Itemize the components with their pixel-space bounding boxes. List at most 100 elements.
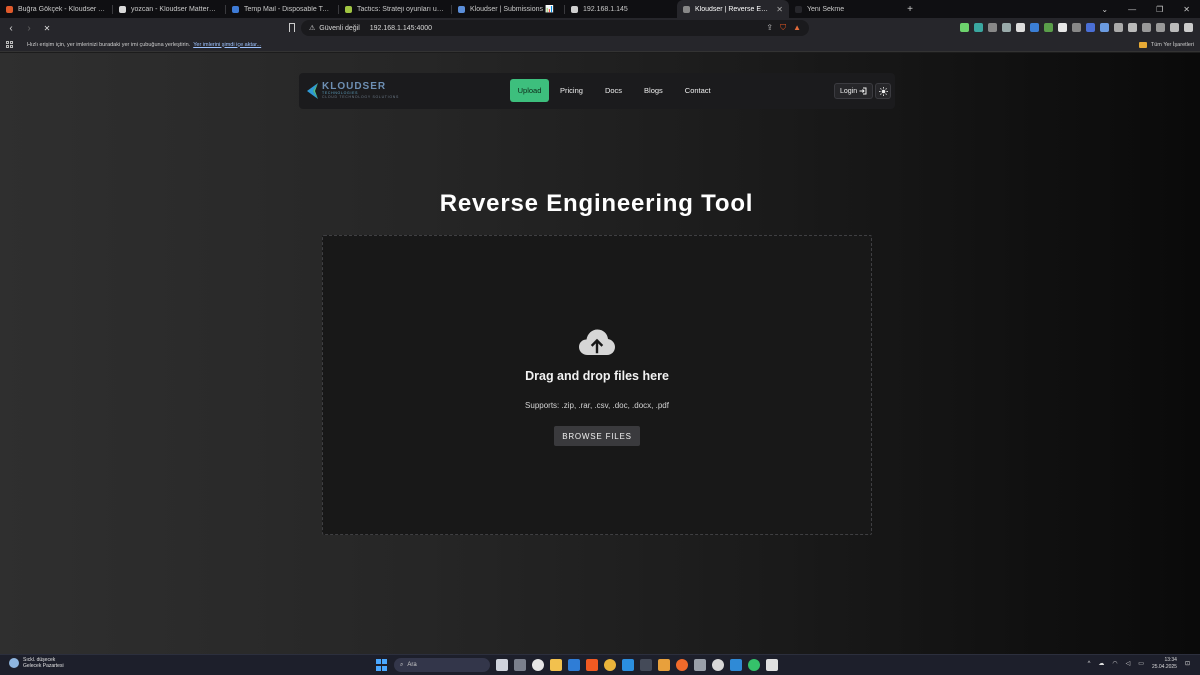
extension-icon[interactable]	[1072, 23, 1081, 32]
share-icon[interactable]: ⇪	[766, 23, 773, 33]
tab-title: yozcan - Kloudser Mattermost	[131, 5, 219, 13]
sidebar-toggle-icon[interactable]	[1156, 23, 1165, 32]
login-button[interactable]: Login	[834, 83, 874, 99]
chrome-icon[interactable]	[604, 659, 616, 671]
tradingview-icon[interactable]	[766, 659, 778, 671]
chatgpt-icon[interactable]	[712, 659, 724, 671]
sun-icon	[878, 86, 888, 96]
close-tab-icon[interactable]: ✕	[776, 5, 783, 14]
system-tray: ^ ☁ ◠ ◁ ▭ 13:34 25.04.2025 ⊡	[1088, 657, 1190, 670]
app-icon[interactable]	[730, 659, 742, 671]
extension-icon[interactable]	[988, 23, 997, 32]
file-explorer-icon[interactable]	[550, 659, 562, 671]
calculator-icon[interactable]	[694, 659, 706, 671]
brave-shield-icon[interactable]: ⛉	[780, 23, 786, 33]
nav-item-contact[interactable]: Contact	[674, 79, 722, 102]
apps-grid-icon[interactable]	[6, 40, 14, 49]
folder-icon	[1138, 41, 1147, 48]
url-field[interactable]: ⚠ Güvenli değil 192.168.1.145:4000 ⇪ ⛉ ▲	[301, 20, 809, 36]
security-label[interactable]: Güvenli değil	[319, 25, 359, 32]
browser-tab[interactable]: Tactics: Strateji oyunları uygulaması	[339, 0, 451, 18]
warning-icon[interactable]: ⚠	[309, 24, 315, 32]
nav-item-upload[interactable]: Upload	[510, 79, 549, 102]
tab-title: Temp Mail - Disposable Temporary	[244, 5, 332, 13]
tab-title: Kloudser | Reverse Engineering	[695, 5, 771, 13]
browser-tab[interactable]: Buğra Gökçek - Kloudser Technolog	[0, 0, 112, 18]
extension-icon[interactable]	[1086, 23, 1095, 32]
extension-icon[interactable]	[960, 23, 969, 32]
extension-icon[interactable]	[1016, 23, 1025, 32]
brave-browser-icon[interactable]	[586, 659, 598, 671]
tab-favicon-icon	[6, 5, 13, 13]
tab-favicon-icon	[345, 5, 352, 13]
url-actions: ⇪ ⛉ ▲	[766, 23, 801, 33]
whatsapp-icon[interactable]	[748, 659, 760, 671]
tab-title: Yeni Sekme	[807, 5, 845, 13]
clock-date: 25.04.2025	[1151, 663, 1177, 670]
nav-item-docs[interactable]: Docs	[594, 79, 633, 102]
file-dropzone[interactable]: Drag and drop files here Supports: .zip,…	[322, 235, 872, 535]
import-bookmarks-link[interactable]: Yer imlerini şimdi içe aktar...	[193, 42, 261, 48]
kloudser-logo[interactable]: KLOUDSER TECHNOLOGIES CLOUD TECHNOLOGY S…	[307, 82, 399, 99]
kloudser-logo-icon	[307, 82, 318, 99]
browser-tab[interactable]: Yeni Sekme	[789, 0, 901, 18]
download-icon[interactable]	[1128, 23, 1137, 32]
theme-toggle-button[interactable]	[875, 83, 891, 99]
extension-icon[interactable]	[1030, 23, 1039, 32]
browser-tab[interactable]: 192.168.1.145	[565, 0, 677, 18]
clock[interactable]: 13:34 25.04.2025	[1152, 657, 1177, 670]
forward-button[interactable]: ›	[22, 23, 36, 34]
outlook-icon[interactable]	[568, 659, 580, 671]
extension-icon[interactable]	[974, 23, 983, 32]
tab-search-icon[interactable]: ⌄	[1101, 5, 1108, 14]
search-icon: ⌕	[400, 661, 404, 668]
browse-files-button[interactable]: BROWSE FILES	[554, 426, 640, 446]
bookmark-icon[interactable]	[289, 23, 295, 32]
extension-icon[interactable]	[1114, 23, 1123, 32]
windows-start-icon[interactable]	[376, 659, 388, 671]
extension-icon[interactable]	[1044, 23, 1053, 32]
tab-title: Tactics: Strateji oyunları uygulaması	[357, 5, 445, 13]
extension-icon[interactable]	[1100, 23, 1109, 32]
extension-icon[interactable]	[1142, 23, 1151, 32]
back-button[interactable]: ‹	[4, 23, 18, 34]
logo-tagline: CLOUD TECHNOLOGY SOLUTIONS	[322, 94, 399, 99]
cloud-icon[interactable]: ☁	[1098, 660, 1104, 667]
nav-item-pricing[interactable]: Pricing	[549, 79, 594, 102]
close-window-button[interactable]: ✕	[1183, 5, 1190, 14]
all-bookmarks-button[interactable]: Tüm Yer İşaretleri	[1138, 41, 1194, 48]
terminal-icon[interactable]	[640, 659, 652, 671]
extension-icon[interactable]	[1002, 23, 1011, 32]
app-icon[interactable]	[514, 659, 526, 671]
stop-loading-button[interactable]: ✕	[40, 24, 54, 33]
extension-icon[interactable]	[1058, 23, 1067, 32]
tab-favicon-icon	[232, 5, 239, 13]
brave-rewards-icon[interactable]: ▲	[793, 23, 801, 33]
new-tab-button[interactable]: +	[901, 4, 919, 15]
menu-icon[interactable]	[1184, 23, 1193, 32]
task-view-icon[interactable]	[496, 659, 508, 671]
browser-tab[interactable]: Kloudser | Reverse Engineering ✕	[677, 0, 789, 18]
browser-tab[interactable]: Kloudser | Submissions 📊	[452, 0, 564, 18]
weather-widget[interactable]: Sıckl. düşecek Gelecek Pazartesi	[9, 657, 64, 670]
chevron-up-icon[interactable]: ^	[1088, 661, 1091, 667]
browser-tab[interactable]: Temp Mail - Disposable Temporary	[226, 0, 338, 18]
wifi-icon[interactable]: ◠	[1112, 660, 1117, 667]
app-icon[interactable]	[658, 659, 670, 671]
url-text[interactable]: 192.168.1.145:4000	[370, 25, 432, 32]
taskbar-search[interactable]: ⌕ Ara	[394, 658, 490, 672]
battery-icon[interactable]: ▭	[1138, 660, 1144, 667]
notifications-icon[interactable]: ⊡	[1185, 660, 1190, 667]
nav-item-blogs[interactable]: Blogs	[633, 79, 674, 102]
postman-icon[interactable]	[676, 659, 688, 671]
browser-tab[interactable]: yozcan - Kloudser Mattermost	[113, 0, 225, 18]
tab-list: Buğra Gökçek - Kloudser Technolog yozcan …	[0, 0, 901, 18]
supported-formats: Supports: .zip, .rar, .csv, .doc, .docx,…	[525, 401, 669, 410]
volume-icon[interactable]: ◁	[1126, 660, 1131, 667]
minimize-button[interactable]: —	[1128, 5, 1136, 14]
wallet-icon[interactable]	[1170, 23, 1179, 32]
vscode-icon[interactable]	[622, 659, 634, 671]
github-icon[interactable]	[532, 659, 544, 671]
maximize-button[interactable]: ❐	[1156, 5, 1163, 14]
logo-wordmark: KLOUDSER TECHNOLOGIES CLOUD TECHNOLOGY S…	[322, 82, 399, 99]
